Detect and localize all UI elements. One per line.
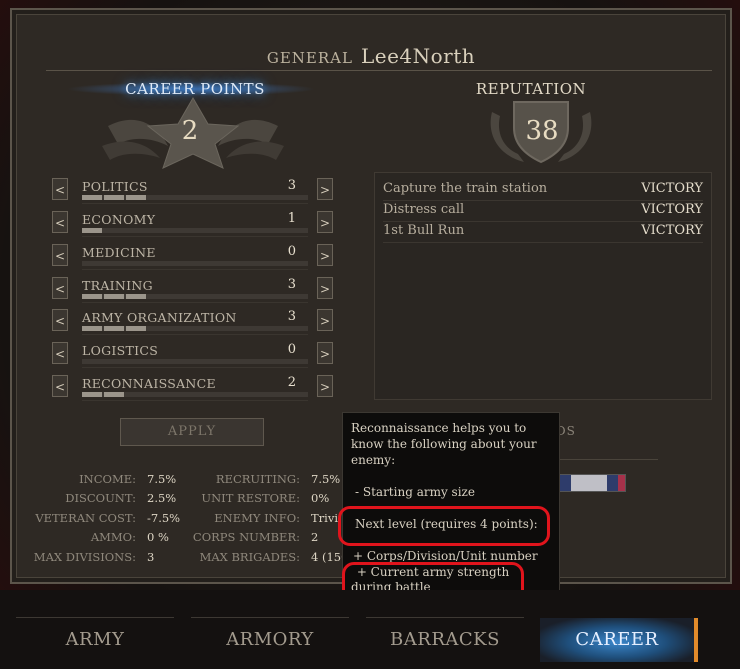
- general-name: Lee4North: [360, 44, 476, 68]
- increase-reconnaissance-button[interactable]: >: [317, 375, 333, 397]
- decrease-politics-button[interactable]: <: [52, 178, 68, 200]
- decrease-army-organization-button[interactable]: <: [52, 309, 68, 331]
- skill-label: ARMY ORGANIZATION: [82, 310, 237, 325]
- increase-medicine-button[interactable]: >: [317, 244, 333, 266]
- skill-value: 2: [287, 375, 296, 390]
- decrease-reconnaissance-button[interactable]: <: [52, 375, 68, 397]
- stat-value: 7.5%: [147, 472, 177, 486]
- row-divider: [82, 400, 308, 401]
- stat-value: Trivi: [311, 511, 339, 525]
- stat-value: 7.5%: [311, 472, 341, 486]
- increase-training-button[interactable]: >: [317, 277, 333, 299]
- row-divider: [82, 367, 308, 368]
- tab-army[interactable]: ARMY: [16, 618, 174, 662]
- skill-value: 1: [287, 211, 296, 226]
- skill-label: RECONNAISSANCE: [82, 376, 216, 391]
- reputation-value: 38: [525, 116, 559, 146]
- tooltip-text: - Starting army size: [355, 485, 475, 499]
- row-divider: [82, 334, 308, 335]
- title-divider: [46, 70, 712, 71]
- skill-level-bar: [82, 261, 308, 266]
- career-points-value: 2: [181, 116, 199, 146]
- skill-value: 3: [287, 277, 296, 292]
- decrease-logistics-button[interactable]: <: [52, 342, 68, 364]
- row-divider: [82, 302, 308, 303]
- medal-ribbon[interactable]: [552, 474, 626, 492]
- skill-value: 0: [287, 244, 296, 259]
- tooltip-text: enemy:: [351, 453, 396, 467]
- mission-result: VICTORY: [641, 223, 703, 238]
- mission-row: 1st Bull Run VICTORY: [383, 222, 703, 243]
- mission-result: VICTORY: [641, 202, 703, 217]
- stat-label: ENEMY INFO:: [214, 511, 300, 525]
- skill-label: TRAINING: [82, 278, 153, 293]
- decrease-medicine-button[interactable]: <: [52, 244, 68, 266]
- skill-row-politics: < POLITICS 3 >: [40, 178, 333, 208]
- stat-value: 0 %: [147, 530, 169, 544]
- stat-label: DISCOUNT:: [65, 491, 136, 505]
- skill-label: LOGISTICS: [82, 343, 159, 358]
- row-divider: [82, 269, 308, 270]
- row-divider: [82, 203, 308, 204]
- mission-row: Distress call VICTORY: [383, 201, 703, 222]
- tooltip-text: know the following about your: [351, 437, 537, 451]
- skill-label: ECONOMY: [82, 212, 156, 227]
- decrease-training-button[interactable]: <: [52, 277, 68, 299]
- general-rank: GENERAL: [266, 49, 353, 67]
- tab-career[interactable]: CAREER: [540, 618, 698, 662]
- increase-economy-button[interactable]: >: [317, 211, 333, 233]
- reputation-label: REPUTATION: [475, 80, 587, 98]
- skill-level-bar: [82, 326, 308, 331]
- tooltip-text: Reconnaissance helps you to: [351, 421, 527, 435]
- skill-row-reconnaissance: < RECONNAISSANCE 2 >: [40, 375, 333, 405]
- stat-label: UNIT RESTORE:: [201, 491, 300, 505]
- skill-level-bar: [82, 294, 308, 299]
- skill-row-economy: < ECONOMY 1 >: [40, 211, 333, 241]
- apply-button[interactable]: APPLY: [120, 418, 264, 446]
- skill-value: 3: [287, 309, 296, 324]
- skill-value: 3: [287, 178, 296, 193]
- skill-value: 0: [287, 342, 296, 357]
- stat-label: RECRUITING:: [215, 472, 300, 486]
- stat-label: CORPS NUMBER:: [192, 530, 300, 544]
- skill-row-medicine: < MEDICINE 0 >: [40, 244, 333, 274]
- increase-logistics-button[interactable]: >: [317, 342, 333, 364]
- stat-label: VETERAN COST:: [35, 511, 136, 525]
- mission-name: Capture the train station: [383, 181, 548, 196]
- stat-value: 2.5%: [147, 491, 177, 505]
- general-title: GENERAL Lee4North: [12, 44, 730, 68]
- skill-row-army-organization: < ARMY ORGANIZATION 3 >: [40, 309, 333, 339]
- increase-army-organization-button[interactable]: >: [317, 309, 333, 331]
- tab-armory[interactable]: ARMORY: [191, 618, 349, 662]
- mission-history-list[interactable]: Capture the train station VICTORY Distre…: [374, 172, 712, 400]
- mission-name: Distress call: [383, 202, 465, 217]
- stat-value: 3: [147, 550, 155, 564]
- mission-name: 1st Bull Run: [383, 223, 465, 238]
- skill-level-bar: [82, 195, 308, 200]
- stat-label: INCOME:: [79, 472, 136, 486]
- stat-value: 2: [311, 530, 319, 544]
- skill-row-training: < TRAINING 3 >: [40, 277, 333, 307]
- highlight-ring: [338, 506, 550, 546]
- skill-level-bar: [82, 392, 308, 397]
- increase-politics-button[interactable]: >: [317, 178, 333, 200]
- skill-level-bar: [82, 359, 308, 364]
- skill-row-logistics: < LOGISTICS 0 >: [40, 342, 333, 372]
- stat-label: AMMO:: [90, 530, 136, 544]
- skill-label: POLITICS: [82, 179, 148, 194]
- skill-label: MEDICINE: [82, 245, 156, 260]
- tab-barracks[interactable]: BARRACKS: [366, 618, 524, 662]
- mission-row: Capture the train station VICTORY: [383, 180, 703, 201]
- skill-level-bar: [82, 228, 308, 233]
- decrease-economy-button[interactable]: <: [52, 211, 68, 233]
- stat-label: MAX BRIGADES:: [199, 550, 300, 564]
- stat-value: 0%: [311, 491, 330, 505]
- stat-value: -7.5%: [147, 511, 181, 525]
- row-divider: [82, 236, 308, 237]
- mission-result: VICTORY: [641, 181, 703, 196]
- bottom-tab-bar: ARMY ARMORY BARRACKS CAREER: [0, 590, 740, 669]
- stat-label: MAX DIVISIONS:: [33, 550, 136, 564]
